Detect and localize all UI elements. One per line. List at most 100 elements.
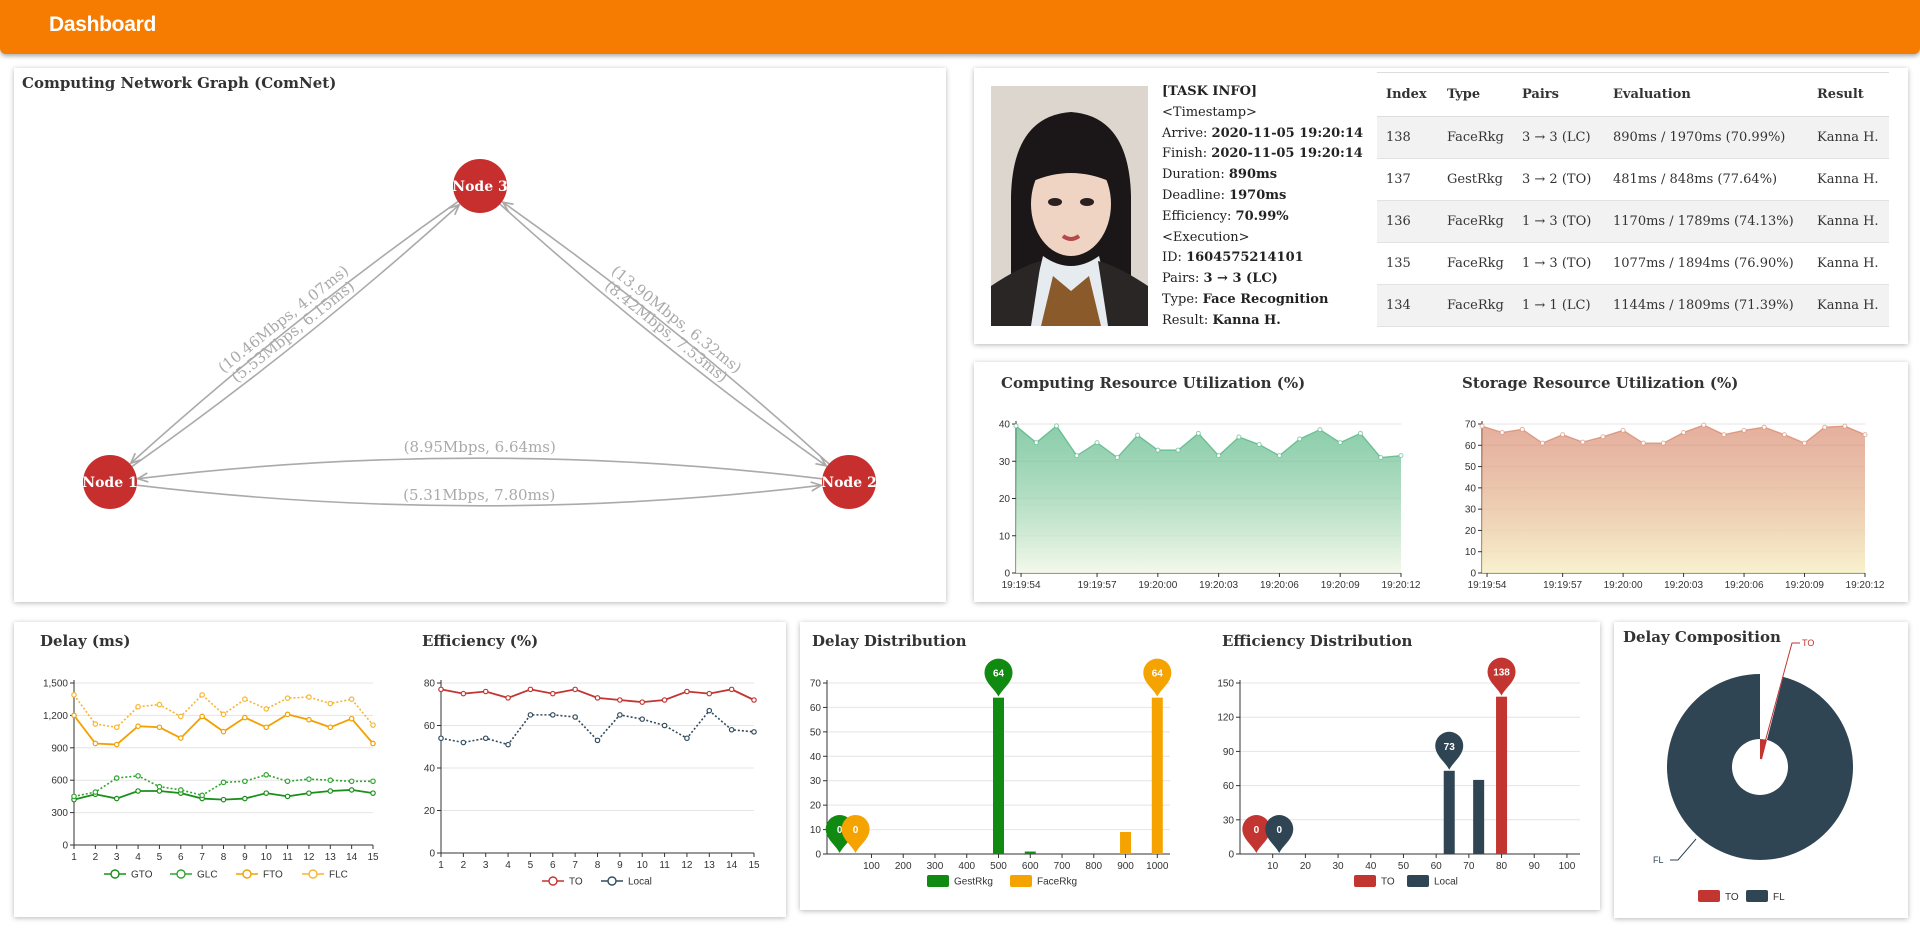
storage-point[interactable] bbox=[1479, 423, 1485, 429]
bar-to[interactable] bbox=[1496, 696, 1508, 854]
value-pin[interactable]: 0 bbox=[841, 814, 870, 853]
computing-point[interactable] bbox=[1155, 447, 1161, 453]
legend-item-to[interactable]: TO bbox=[1698, 890, 1739, 903]
series-gto-point[interactable] bbox=[306, 790, 312, 796]
storage-point[interactable] bbox=[1499, 430, 1505, 436]
bar-facerkg[interactable] bbox=[1120, 832, 1132, 854]
delay-composition-chart[interactable]: TO FL TO FL bbox=[1614, 622, 1908, 918]
col-result[interactable]: Result bbox=[1808, 72, 1889, 117]
computing-point[interactable] bbox=[1236, 434, 1242, 440]
series-to-point[interactable] bbox=[684, 688, 690, 695]
table-row[interactable]: 137 GestRkg 3 → 2 (TO) 481ms / 848ms (77.64… bbox=[1377, 158, 1889, 201]
computing-point[interactable] bbox=[1033, 440, 1039, 446]
series-glc-point[interactable] bbox=[156, 783, 163, 790]
series-glc-point[interactable] bbox=[327, 777, 334, 784]
computing-point[interactable] bbox=[1357, 430, 1363, 436]
storage-point[interactable] bbox=[1620, 427, 1626, 433]
legend-item-flc[interactable]: FLC bbox=[302, 869, 348, 881]
legend-item-fto[interactable]: FTO bbox=[236, 869, 283, 881]
storage-point[interactable] bbox=[1862, 432, 1868, 438]
value-pin[interactable]: 138 bbox=[1487, 657, 1516, 696]
storage-point[interactable] bbox=[1580, 439, 1586, 445]
series-local-point[interactable] bbox=[572, 714, 578, 720]
value-pin[interactable]: 73 bbox=[1435, 731, 1464, 770]
edge-2-1[interactable] bbox=[138, 457, 823, 479]
storage-point[interactable] bbox=[1721, 432, 1727, 438]
series-fto-point[interactable] bbox=[370, 740, 376, 747]
series-fto-point[interactable] bbox=[263, 724, 270, 731]
series-glc-point[interactable] bbox=[135, 773, 141, 779]
col-evaluation[interactable]: Evaluation bbox=[1604, 72, 1808, 117]
computing-point[interactable] bbox=[1013, 423, 1019, 429]
series-glc-point[interactable] bbox=[348, 778, 355, 785]
series-to-point[interactable] bbox=[482, 688, 489, 695]
series-to-point[interactable] bbox=[594, 695, 601, 701]
series-gto-point[interactable] bbox=[113, 795, 120, 802]
storage-point[interactable] bbox=[1822, 424, 1828, 430]
series-flc-point[interactable] bbox=[135, 703, 141, 710]
series-glc-point[interactable] bbox=[220, 779, 227, 786]
series-local-point[interactable] bbox=[751, 729, 757, 735]
table-row[interactable]: 135 FaceRkg 1 → 3 (TO) 1077ms / 1894ms (76.… bbox=[1377, 242, 1889, 285]
legend-item-gestrkg[interactable]: GestRkg bbox=[927, 875, 993, 888]
series-flc-point[interactable] bbox=[284, 695, 291, 701]
series-flc-point[interactable] bbox=[177, 713, 184, 720]
series-gto-point[interactable] bbox=[284, 793, 291, 800]
computing-point[interactable] bbox=[1256, 441, 1262, 447]
series-gto-point[interactable] bbox=[370, 790, 376, 796]
series-local-point[interactable] bbox=[684, 735, 690, 742]
series-flc-point[interactable] bbox=[220, 711, 227, 718]
series-flc-point[interactable] bbox=[199, 692, 205, 698]
storage-point[interactable] bbox=[1761, 424, 1767, 430]
series-flc-point[interactable] bbox=[327, 700, 334, 707]
bar-gestrkg[interactable] bbox=[993, 697, 1004, 854]
legend-item-fl[interactable]: FL bbox=[1746, 890, 1785, 903]
series-local-point[interactable] bbox=[438, 735, 444, 742]
series-flc-point[interactable] bbox=[370, 722, 376, 728]
series-local-point[interactable] bbox=[527, 712, 534, 718]
series-local-point[interactable] bbox=[728, 726, 735, 733]
series-to-point[interactable] bbox=[728, 686, 735, 693]
series-local-point[interactable] bbox=[505, 741, 511, 748]
computing-point[interactable] bbox=[1074, 453, 1080, 459]
legend-item-gto[interactable]: GTO bbox=[104, 869, 153, 881]
storage-point[interactable] bbox=[1519, 426, 1525, 432]
storage-point[interactable] bbox=[1640, 440, 1646, 446]
series-glc-point[interactable] bbox=[306, 776, 312, 782]
series-glc-point[interactable] bbox=[92, 789, 99, 795]
computing-point[interactable] bbox=[1297, 436, 1303, 442]
series-glc-point[interactable] bbox=[71, 793, 77, 800]
distribution-charts[interactable]: 010203040506070100 200 300 400 500 600 700 800 9… bbox=[800, 622, 1600, 910]
legend-item-glc[interactable]: GLC bbox=[170, 869, 218, 881]
value-pin[interactable]: 0 bbox=[1265, 815, 1294, 853]
series-glc-point[interactable] bbox=[263, 772, 270, 778]
computing-point[interactable] bbox=[1276, 453, 1282, 459]
storage-point[interactable] bbox=[1681, 430, 1687, 436]
storage-point[interactable] bbox=[1660, 440, 1666, 446]
series-glc-point[interactable] bbox=[177, 787, 184, 793]
series-to-point[interactable] bbox=[706, 690, 713, 697]
series-flc-point[interactable] bbox=[71, 692, 77, 698]
series-glc-point[interactable] bbox=[199, 792, 205, 799]
storage-point[interactable] bbox=[1802, 440, 1808, 446]
series-glc-point[interactable] bbox=[370, 778, 376, 785]
pie-slice-fl[interactable] bbox=[1667, 674, 1853, 860]
series-fto-point[interactable] bbox=[306, 716, 312, 723]
col-pairs[interactable]: Pairs bbox=[1513, 72, 1604, 117]
series-local-point[interactable] bbox=[594, 737, 601, 744]
value-pin[interactable]: 64 bbox=[1143, 658, 1172, 697]
computing-point[interactable] bbox=[1175, 447, 1181, 453]
series-flc-point[interactable] bbox=[348, 696, 355, 703]
computing-point[interactable] bbox=[1195, 430, 1201, 436]
series-glc-point[interactable] bbox=[242, 778, 248, 785]
series-to-point[interactable] bbox=[661, 697, 668, 703]
series-gto-point[interactable] bbox=[135, 788, 141, 794]
computing-point[interactable] bbox=[1398, 453, 1404, 459]
legend-item-facerkg[interactable]: FaceRkg bbox=[1010, 875, 1077, 888]
series-flc-point[interactable] bbox=[113, 724, 120, 731]
series-flc-point[interactable] bbox=[263, 706, 270, 712]
series-flc-point[interactable] bbox=[306, 694, 312, 700]
series-fto-point[interactable] bbox=[177, 735, 184, 741]
table-row[interactable]: 134 FaceRkg 1 → 1 (LC) 1144ms / 1809ms (71.… bbox=[1377, 284, 1889, 327]
series-fto-point[interactable] bbox=[135, 723, 141, 730]
